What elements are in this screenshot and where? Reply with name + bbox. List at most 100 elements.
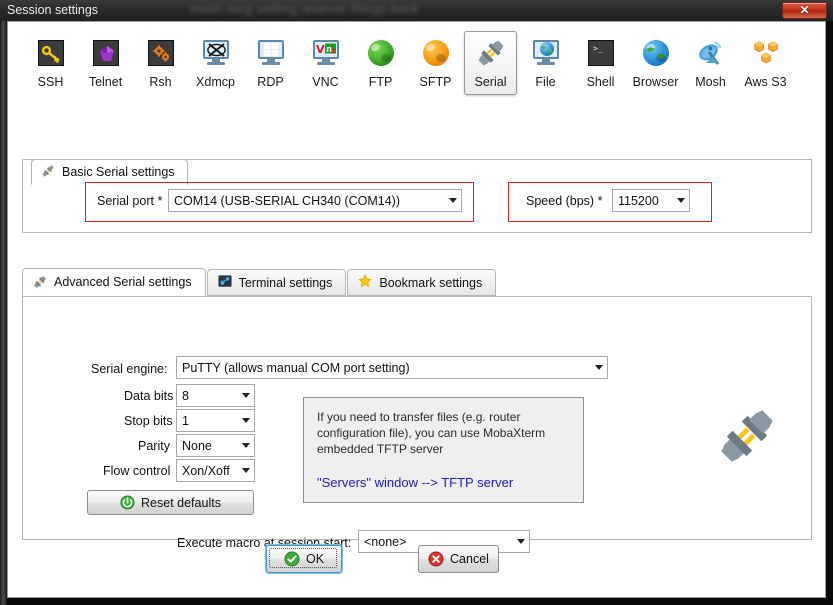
data-bits-value: 8: [182, 388, 189, 403]
close-icon: ✕: [799, 3, 810, 17]
data-bits-label: Data bits: [124, 389, 174, 403]
session-type-label: Serial: [474, 75, 507, 89]
aws-cubes-icon: [751, 38, 781, 68]
ok-label: OK: [305, 552, 325, 566]
session-type-toolbar: SSH Telnet Rsh Xdmcp RDP V n c VNC FTP S…: [8, 22, 825, 117]
svg-text:c: c: [331, 47, 336, 57]
chevron-down-icon: [237, 410, 254, 431]
session-type-label: Mosh: [695, 75, 726, 89]
reset-defaults-label: Reset defaults: [141, 495, 221, 510]
x-circle-icon: [428, 551, 444, 567]
session-type-ftp[interactable]: FTP: [354, 31, 407, 95]
chevron-down-icon: [590, 357, 607, 378]
ok-button[interactable]: OK: [266, 545, 342, 573]
tab-label: Terminal settings: [238, 275, 333, 290]
tab-advanced-serial[interactable]: Advanced Serial settings: [22, 268, 206, 296]
advanced-settings-panel: Advanced Serial settings Terminal settin…: [22, 268, 812, 553]
background-window-ghost-text: mosh sarg setting reserve things back: [190, 2, 420, 16]
advanced-serial-settings-body: Serial engine: PuTTY (allows manual COM …: [22, 296, 812, 553]
chevron-down-icon: [237, 460, 254, 481]
monitor-x-icon: [202, 40, 230, 65]
stop-bits-value: 1: [182, 413, 189, 428]
serial-port-label: Serial port *: [97, 194, 163, 208]
monitor-windows-icon: [257, 40, 285, 65]
tab-terminal[interactable]: Terminal settings: [206, 269, 347, 296]
cancel-label: Cancel: [450, 552, 489, 566]
tab-bookmark[interactable]: Bookmark settings: [347, 269, 497, 296]
chevron-down-icon: [512, 531, 529, 552]
serial-plug-icon: [41, 164, 55, 181]
green-globe-icon: [367, 40, 394, 66]
session-type-label: Browser: [632, 75, 679, 89]
session-type-label: FTP: [368, 75, 393, 89]
blue-globe-icon: [642, 40, 669, 66]
terminal-icon: >_: [587, 40, 614, 66]
session-type-shell[interactable]: >_ Shell: [574, 31, 627, 95]
session-type-file[interactable]: File: [519, 31, 572, 95]
session-type-serial[interactable]: Serial: [464, 31, 517, 95]
session-type-label: SSH: [37, 75, 64, 89]
session-type-label: Telnet: [88, 75, 123, 89]
stop-bits-select[interactable]: 1: [176, 409, 255, 432]
session-type-label: File: [535, 75, 556, 89]
terminal-settings-icon: [218, 275, 232, 291]
session-type-label: Shell: [586, 75, 615, 89]
flow-control-value: Xon/Xoff: [182, 463, 230, 478]
monitor-vnc-icon: V n c: [312, 40, 340, 65]
serial-engine-value: PuTTY (allows manual COM port setting): [182, 360, 410, 375]
svg-text:V: V: [316, 43, 325, 56]
window-title: Session settings: [7, 3, 99, 17]
session-type-xdmcp[interactable]: Xdmcp: [189, 31, 242, 95]
session-type-sftp[interactable]: SFTP: [409, 31, 462, 95]
data-bits-select[interactable]: 8: [176, 384, 255, 407]
chevron-down-icon: [237, 435, 254, 456]
refresh-icon: [120, 495, 135, 510]
satellite-dish-icon: [696, 38, 726, 68]
session-type-label: RDP: [257, 75, 284, 89]
orange-globe-icon: [422, 40, 449, 66]
title-bar: mosh sarg setting reserve things back Se…: [0, 0, 833, 21]
tftp-info-link[interactable]: "Servers" window --> TFTP server: [317, 474, 570, 491]
flow-control-label: Flow control: [103, 464, 171, 478]
session-type-rsh[interactable]: Rsh: [134, 31, 187, 95]
chevron-down-icon: [237, 385, 254, 406]
advanced-settings-tabstrip: Advanced Serial settings Terminal settin…: [22, 268, 497, 296]
parity-label: Parity: [138, 439, 170, 453]
session-type-label: Aws S3: [744, 75, 787, 89]
monitor-globe-icon: [532, 40, 560, 65]
session-type-label: Rsh: [149, 75, 172, 89]
tftp-info-text: If you need to transfer files (e.g. rout…: [317, 410, 546, 457]
speed-select[interactable]: 115200: [612, 189, 690, 212]
serial-port-select[interactable]: COM14 (USB-SERIAL CH340 (COM14)): [168, 189, 462, 212]
svg-text:>_: >_: [593, 44, 603, 53]
session-type-awss3[interactable]: Aws S3: [739, 31, 792, 95]
basic-serial-settings-tab-label: Basic Serial settings: [62, 165, 175, 179]
session-type-rdp[interactable]: RDP: [244, 31, 297, 95]
session-type-label: Xdmcp: [196, 75, 235, 89]
session-type-browser[interactable]: Browser: [629, 31, 682, 95]
reset-defaults-button[interactable]: Reset defaults: [87, 490, 254, 515]
session-type-mosh[interactable]: Mosh: [684, 31, 737, 95]
key-icon: [37, 40, 64, 66]
session-type-telnet[interactable]: Telnet: [79, 31, 132, 95]
session-type-vnc[interactable]: V n c VNC: [299, 31, 352, 95]
session-settings-window: mosh sarg setting reserve things back Se…: [0, 0, 833, 605]
star-icon: [358, 274, 372, 291]
close-button[interactable]: ✕: [782, 2, 827, 19]
parity-select[interactable]: None: [176, 434, 255, 457]
gears-icon: [147, 40, 174, 66]
cancel-button[interactable]: Cancel: [418, 545, 499, 573]
speed-value: 115200: [618, 193, 659, 208]
flow-control-select[interactable]: Xon/Xoff: [176, 459, 255, 482]
serial-engine-select[interactable]: PuTTY (allows manual COM port setting): [176, 356, 608, 379]
basic-serial-settings-group: Basic Serial settings Serial port * COM1…: [22, 159, 812, 233]
serial-plug-icon: [476, 38, 506, 68]
chevron-down-icon: [672, 190, 689, 211]
tab-label: Advanced Serial settings: [54, 275, 192, 289]
parity-value: None: [182, 438, 212, 453]
chevron-down-icon: [444, 190, 461, 211]
session-type-ssh[interactable]: SSH: [24, 31, 77, 95]
tab-label: Bookmark settings: [379, 275, 483, 290]
session-type-label: SFTP: [419, 75, 452, 89]
tftp-info-box: If you need to transfer files (e.g. rout…: [303, 397, 584, 503]
